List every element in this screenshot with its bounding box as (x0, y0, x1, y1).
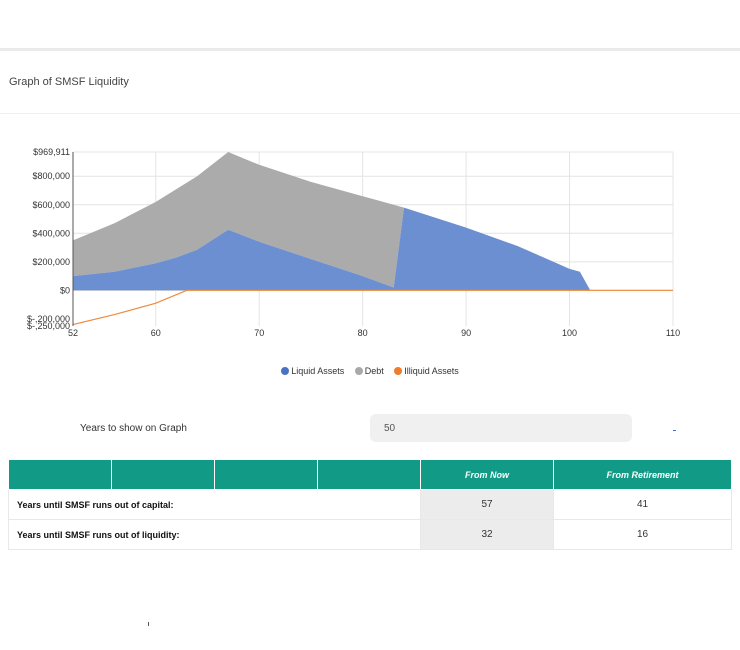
stray-mark (148, 622, 149, 626)
table-row: Years until SMSF runs out of capital: 57… (8, 489, 732, 520)
liquidity-from-now: 32 (420, 519, 554, 550)
decorative-dash (673, 430, 676, 431)
table-header-cell (317, 459, 421, 490)
results-table: From Now From Retirement Years until SMS… (8, 459, 732, 550)
legend-dot-illiquid-icon (394, 367, 403, 375)
chart-legend: Liquid Assets Debt Illiquid Assets (0, 366, 740, 376)
x-tick-label: 60 (151, 328, 161, 338)
x-tick-label: 80 (358, 328, 368, 338)
y-tick-label: $969,911 (33, 147, 70, 157)
header-divider (0, 113, 740, 114)
series-illiquid-line (72, 289, 673, 326)
years-to-show-label: Years to show on Graph (80, 423, 187, 434)
x-tick-label: 110 (666, 328, 680, 338)
years-to-show-input[interactable] (370, 414, 632, 442)
legend-label: Illiquid Assets (404, 366, 459, 376)
legend-item-liquid[interactable]: Liquid Assets (281, 366, 344, 376)
legend-dot-debt-icon (354, 367, 363, 375)
legend-item-debt[interactable]: Debt (354, 366, 384, 376)
table-header-cell (111, 459, 215, 490)
table-header-from-now: From Now (420, 459, 554, 490)
row-label-capital: Years until SMSF runs out of capital: (8, 489, 421, 520)
x-tick-label: 100 (562, 328, 577, 338)
table-header-cell (8, 459, 112, 490)
y-tick-label: $600,000 (32, 200, 70, 210)
x-tick-label: 52 (68, 328, 78, 338)
row-label-liquidity: Years until SMSF runs out of liquidity: (8, 519, 421, 550)
liquidity-chart: $969,911 $800,000 $600,000 $400,000 $200,000… (27, 147, 680, 338)
legend-label: Debt (364, 366, 384, 376)
y-tick-label: $-,250,000 (27, 321, 70, 331)
legend-item-illiquid[interactable]: Illiquid Assets (394, 366, 459, 376)
table-row: Years until SMSF runs out of liquidity: … (8, 519, 732, 550)
capital-from-now: 57 (420, 489, 554, 520)
capital-from-retirement: 41 (553, 489, 732, 520)
x-tick-label: 90 (461, 328, 471, 338)
table-header-row: From Now From Retirement (8, 459, 732, 490)
liquidity-from-retirement: 16 (553, 519, 732, 550)
table-header-cell (214, 459, 318, 490)
legend-label: Liquid Assets (291, 366, 345, 376)
y-tick-label: $800,000 (32, 171, 70, 181)
x-tick-label: 70 (254, 328, 264, 338)
y-tick-label: $200,000 (32, 257, 70, 267)
y-tick-label: $0 (60, 285, 70, 295)
table-header-from-retirement: From Retirement (553, 459, 732, 490)
y-tick-label: $400,000 (32, 228, 70, 238)
legend-dot-liquid-icon (281, 367, 290, 375)
chart-areas (72, 152, 673, 326)
top-divider (0, 48, 740, 51)
page-title: Graph of SMSF Liquidity (9, 76, 129, 88)
